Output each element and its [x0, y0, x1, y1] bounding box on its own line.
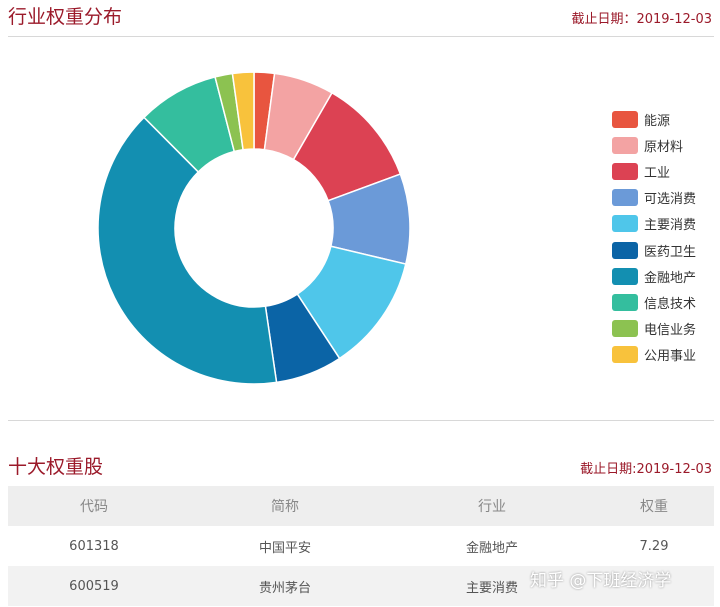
legend-swatch — [612, 320, 638, 338]
cell-name: 贵州茅台 — [258, 580, 311, 596]
legend-swatch — [612, 346, 638, 364]
header-industry: 行业 — [478, 499, 506, 515]
legend-swatch — [612, 110, 638, 128]
table-header-row: 代码 简称 行业 权重 — [8, 486, 714, 526]
watermark-text: 知乎 @下班经济学 — [530, 571, 672, 591]
cutoff-date: 截止日期:2019-12-03 — [580, 462, 712, 477]
industry-weight-header: 行业权重分布 截止日期：2019-12-03 — [0, 0, 720, 36]
section-title: 行业权重分布 — [8, 6, 123, 28]
legend-label: 主要消费 — [644, 218, 697, 234]
legend-swatch — [612, 267, 638, 285]
header-weight: 权重 — [640, 499, 668, 515]
cell-industry: 金融地产 — [465, 540, 518, 556]
top10-header: 十大权重股 截止日期:2019-12-03 — [0, 450, 720, 486]
legend-item[interactable]: 可选消费 — [612, 185, 696, 211]
legend-swatch — [612, 241, 638, 259]
legend-item[interactable]: 医药卫生 — [612, 237, 696, 263]
cell-code: 601318 — [69, 538, 119, 554]
divider — [8, 36, 714, 37]
chart-legend: 能源原材料工业可选消费主要消费医药卫生金融地产信息技术电信业务公用事业 — [612, 106, 696, 368]
legend-label: 公用事业 — [644, 349, 697, 365]
legend-item[interactable]: 公用事业 — [612, 342, 696, 368]
cell-weight: 7.29 — [639, 538, 669, 554]
legend-item[interactable]: 金融地产 — [612, 263, 696, 289]
legend-item[interactable]: 能源 — [612, 106, 696, 132]
legend-item[interactable]: 信息技术 — [612, 289, 696, 315]
legend-swatch — [612, 293, 638, 311]
divider — [8, 420, 714, 421]
legend-item[interactable]: 工业 — [612, 158, 696, 184]
header-name: 简称 — [271, 499, 299, 515]
legend-swatch — [612, 189, 638, 207]
legend-label: 医药卫生 — [644, 244, 697, 260]
cell-code: 600519 — [69, 578, 119, 594]
section-title: 十大权重股 — [8, 456, 104, 478]
industry-donut-chart — [97, 71, 411, 385]
legend-swatch — [612, 136, 638, 154]
legend-label: 原材料 — [644, 139, 684, 155]
cell-name: 中国平安 — [258, 540, 311, 556]
legend-label: 金融地产 — [644, 270, 697, 286]
legend-swatch — [612, 215, 638, 233]
cutoff-date: 截止日期：2019-12-03 — [571, 12, 712, 27]
header-code: 代码 — [80, 499, 108, 515]
legend-item[interactable]: 电信业务 — [612, 316, 696, 342]
legend-item[interactable]: 原材料 — [612, 132, 696, 158]
legend-swatch — [612, 162, 638, 180]
legend-label: 信息技术 — [644, 296, 697, 312]
legend-item[interactable]: 主要消费 — [612, 211, 696, 237]
table-row[interactable]: 601318 中国平安 金融地产 7.29 — [8, 526, 714, 566]
legend-label: 能源 — [644, 113, 671, 129]
legend-label: 可选消费 — [644, 192, 697, 208]
legend-label: 电信业务 — [644, 323, 697, 339]
legend-label: 工业 — [644, 165, 671, 181]
